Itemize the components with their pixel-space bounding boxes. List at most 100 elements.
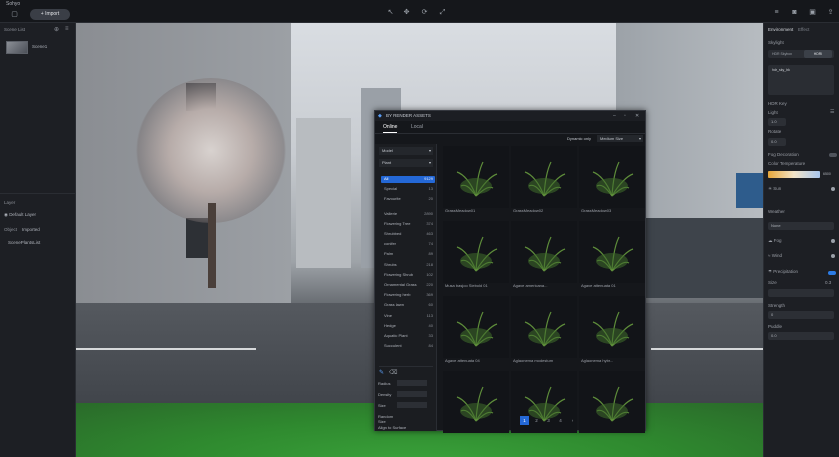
layers-icon[interactable]: ≡ bbox=[772, 8, 781, 17]
tab-environment[interactable]: Environment bbox=[768, 27, 793, 32]
page-3[interactable]: 3 bbox=[544, 416, 553, 425]
precipitation-toggle[interactable] bbox=[828, 271, 836, 275]
category-count: 74 bbox=[428, 241, 433, 247]
category-item[interactable]: Aquatic Plant 33 bbox=[381, 333, 435, 340]
color-temperature-slider[interactable] bbox=[768, 171, 820, 178]
category-item[interactable]: Palm 89 bbox=[381, 251, 435, 258]
plant-thumbnail bbox=[443, 296, 509, 358]
model-select[interactable]: Model ▾ bbox=[379, 147, 433, 155]
plant-thumbnail bbox=[579, 296, 645, 358]
rotate-icon[interactable]: ⟳ bbox=[420, 8, 429, 17]
building-middle bbox=[296, 118, 351, 268]
asset-card[interactable] bbox=[511, 371, 577, 445]
maximize-icon[interactable]: ▫ bbox=[624, 111, 626, 121]
fog-label: ☁ Fog bbox=[768, 238, 782, 243]
asset-card[interactable]: Aglaonema modestum bbox=[511, 296, 577, 370]
size-slider[interactable] bbox=[397, 402, 427, 408]
menu-icon[interactable]: ≡ bbox=[65, 26, 69, 32]
camera-icon[interactable]: ◙ bbox=[790, 8, 799, 17]
asset-card[interactable] bbox=[443, 371, 509, 445]
tab-online[interactable]: Online bbox=[383, 122, 397, 132]
layer-item[interactable]: ◉ Default Layer bbox=[4, 212, 36, 218]
page-1[interactable]: 1 bbox=[520, 416, 529, 425]
minimize-icon[interactable]: – bbox=[613, 111, 616, 121]
asset-card[interactable]: Musa basjoo Siebold 01 bbox=[443, 221, 509, 295]
asset-card[interactable]: GrassMeadow01 bbox=[443, 146, 509, 220]
add-scene-icon[interactable]: ⊕ bbox=[54, 26, 59, 33]
asset-card[interactable] bbox=[579, 371, 645, 445]
plant-thumbnail bbox=[511, 296, 577, 358]
category-item[interactable]: Special 13 bbox=[381, 186, 435, 193]
rotate-input[interactable]: 0.0 bbox=[768, 138, 786, 146]
scene-item-label[interactable]: Scene1 bbox=[32, 44, 47, 49]
category-count: 33 bbox=[428, 333, 433, 338]
asset-card[interactable]: Agave attenuata 01 bbox=[579, 221, 645, 295]
export-icon[interactable]: ⇪ bbox=[826, 8, 835, 17]
category-label: Vallerie bbox=[384, 210, 398, 216]
eraser-icon[interactable]: ⌫ bbox=[389, 369, 397, 376]
category-item[interactable]: Vallerie 2890 bbox=[381, 211, 435, 218]
sun-dot[interactable] bbox=[831, 187, 835, 191]
asset-name: Aglaonema modestum bbox=[513, 358, 554, 363]
tab-local[interactable]: Local bbox=[411, 122, 423, 132]
category-item[interactable]: Shrubbed 463 bbox=[381, 231, 435, 238]
category-item[interactable]: Vine 113 bbox=[381, 313, 435, 320]
category-count: 113 bbox=[426, 312, 433, 318]
category-item[interactable]: Flowering herb 369 bbox=[381, 292, 435, 299]
page-4[interactable]: 4 bbox=[556, 416, 565, 425]
radius-slider[interactable] bbox=[397, 380, 427, 386]
title-bar: Sohyo ▢ + Import ↖ ✥ ⟳ ⤢ ≡ ◙ ▣ ⇪ bbox=[0, 0, 839, 23]
asset-library-dialog: BY RENDER ASSETS ◆ – ▫ ✕ Online Local Dy… bbox=[374, 110, 646, 433]
size-slider[interactable] bbox=[768, 289, 834, 297]
mode-hdr-skybox[interactable]: HDR Skybox bbox=[772, 52, 792, 56]
category-item[interactable]: Hedge 40 bbox=[381, 323, 435, 330]
category-item[interactable]: Succulent 84 bbox=[381, 343, 435, 350]
category-item[interactable]: All 9129 bbox=[381, 176, 435, 183]
light-input[interactable]: 1.0 bbox=[768, 118, 786, 126]
scale-icon[interactable]: ⤢ bbox=[438, 8, 447, 17]
category-item[interactable]: Favourite 20 bbox=[381, 196, 435, 203]
puddle-input[interactable]: 0.0 bbox=[768, 332, 834, 340]
wind-dot[interactable] bbox=[831, 254, 835, 258]
radius-label: Radius bbox=[378, 381, 391, 386]
object-subitem[interactable]: ScenePlantsList bbox=[8, 240, 40, 245]
asset-card[interactable]: Agave attenuata 04 bbox=[443, 296, 509, 370]
settings-icon[interactable]: ☰ bbox=[830, 109, 834, 115]
object-item[interactable]: Imported bbox=[22, 227, 40, 232]
image-icon[interactable]: ▣ bbox=[808, 8, 817, 17]
dynamic-only-filter[interactable]: Dynamic only bbox=[567, 136, 591, 141]
asset-card[interactable]: Aglaonema hybr... bbox=[579, 296, 645, 370]
category-item[interactable]: Ornamental Grass 220 bbox=[381, 282, 435, 289]
brush-icon[interactable]: ✎ bbox=[379, 369, 384, 376]
asset-card[interactable]: GrassMeadow02 bbox=[511, 146, 577, 220]
tab-effect[interactable]: Effect bbox=[798, 27, 809, 32]
fog-decoration-toggle[interactable] bbox=[829, 153, 837, 157]
import-button[interactable]: + Import bbox=[30, 9, 70, 20]
category-item[interactable]: Flowering Tree 374 bbox=[381, 221, 435, 228]
color-temperature-label: Color Temperature bbox=[768, 161, 806, 166]
category-count: 2890 bbox=[424, 210, 433, 216]
scene-thumbnail[interactable] bbox=[6, 41, 28, 54]
density-slider[interactable] bbox=[397, 391, 427, 397]
mode-hdri[interactable]: HDRI bbox=[804, 50, 832, 58]
fog-dot[interactable] bbox=[831, 239, 835, 243]
page-next[interactable]: › bbox=[568, 416, 577, 425]
category-item[interactable]: Shrubs 218 bbox=[381, 262, 435, 269]
mode-switch: HDR Skybox HDRI bbox=[768, 50, 834, 58]
asset-card[interactable]: GrassMeadow03 bbox=[579, 146, 645, 220]
file-icon[interactable]: ▢ bbox=[10, 10, 19, 19]
plant-select[interactable]: Plant ▾ bbox=[379, 159, 433, 167]
hdr-preview[interactable]: hdr_sky_bk bbox=[768, 65, 834, 95]
weather-select[interactable]: None bbox=[768, 222, 834, 230]
size-filter-select[interactable]: Medium Size ▾ bbox=[597, 135, 643, 142]
page-2[interactable]: 2 bbox=[532, 416, 541, 425]
move-icon[interactable]: ✥ bbox=[402, 8, 411, 17]
app-title: Sohyo bbox=[6, 1, 21, 7]
close-icon[interactable]: ✕ bbox=[635, 111, 639, 121]
asset-card[interactable]: Agave americana... bbox=[511, 221, 577, 295]
category-item[interactable]: conifer 74 bbox=[381, 241, 435, 248]
category-item[interactable]: Grass lawn 60 bbox=[381, 302, 435, 309]
cursor-icon[interactable]: ↖ bbox=[386, 8, 395, 17]
category-item[interactable]: Flowering Shrub 102 bbox=[381, 272, 435, 279]
strength-input[interactable]: 0 bbox=[768, 311, 834, 319]
